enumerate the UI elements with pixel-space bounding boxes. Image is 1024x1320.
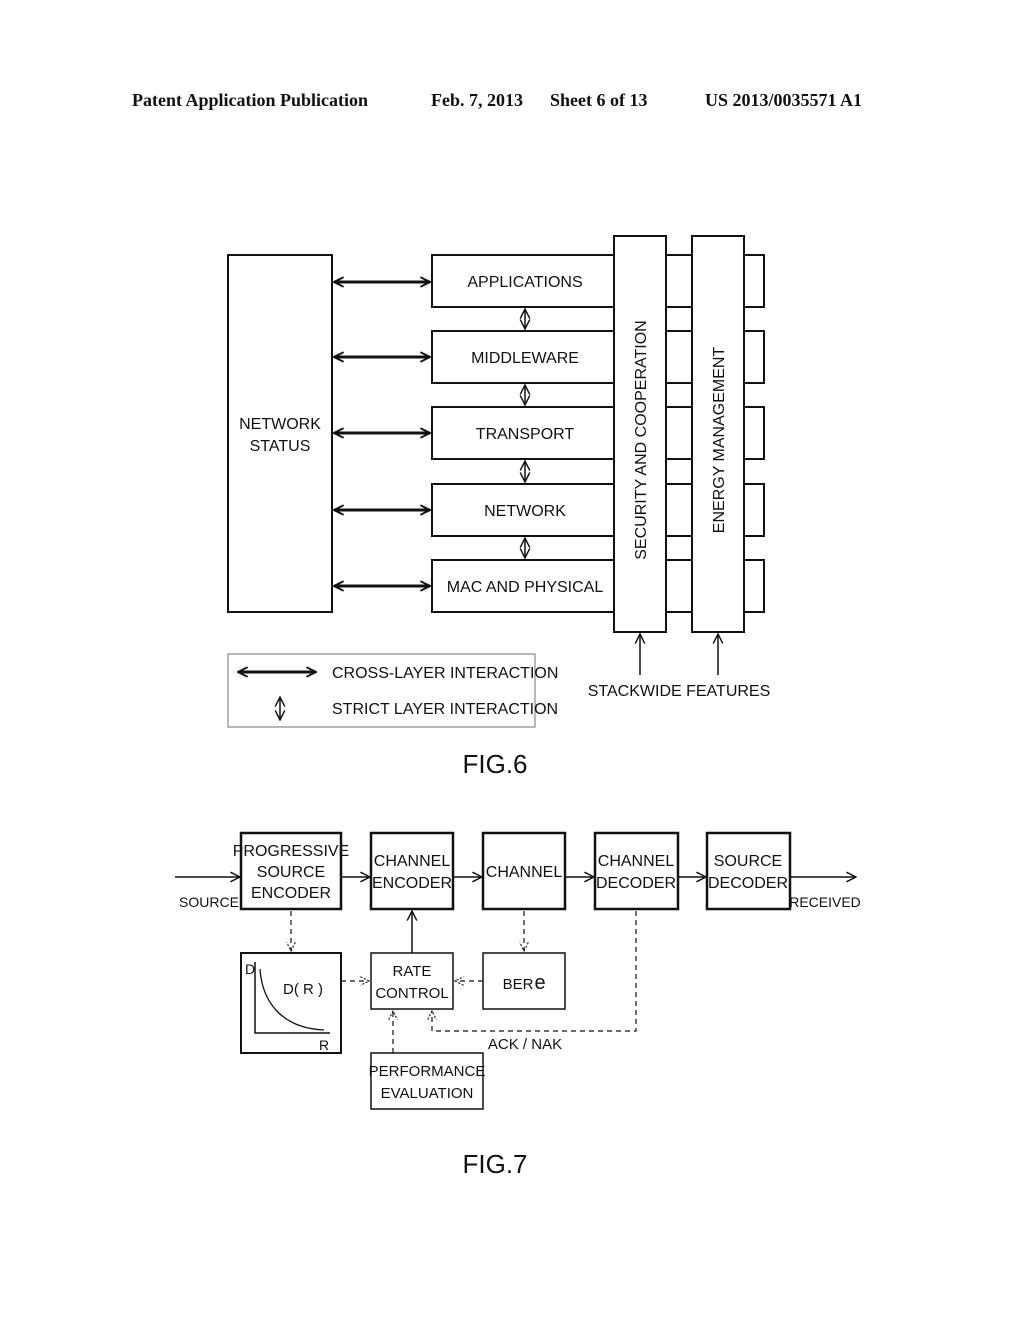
feedback-dashed-arrows: [291, 911, 637, 1053]
layer-label: MIDDLEWARE: [471, 350, 579, 367]
rate-control-block: RATE CONTROL: [370, 952, 454, 1010]
ack-nak-feedback-arrow: [432, 911, 637, 1032]
energy-management-column: ENERGY MANAGEMENT: [691, 235, 745, 633]
layer-label: MAC AND PHYSICAL: [447, 579, 604, 596]
block-label: PERFORMANCE: [369, 1063, 486, 1080]
source-label: SOURCE: [179, 894, 239, 910]
dr-y-axis-label: D: [245, 961, 255, 977]
security-cooperation-column: SECURITY AND COOPERATION: [613, 235, 667, 633]
fig6-diagram: NETWORK STATUS APPLICATIONS MIDDLEWARE T…: [227, 235, 771, 779]
stackwide-arrows: [640, 634, 718, 675]
block-label: EVALUATION: [381, 1085, 474, 1102]
layer-label: NETWORK: [484, 503, 566, 520]
ber-block: BER e: [482, 952, 566, 1010]
block-label: ENCODER: [372, 875, 452, 892]
layer-transport: TRANSPORT: [431, 406, 615, 460]
source-decoder-block: SOURCE DECODER: [705, 831, 792, 911]
block-label: DECODER: [596, 875, 676, 892]
block-label: RATE: [393, 963, 432, 980]
security-cooperation-label: SECURITY AND COOPERATION: [633, 320, 650, 559]
ber-symbol: e: [534, 972, 545, 994]
patent-drawing-sheet: NETWORK STATUS APPLICATIONS MIDDLEWARE T…: [175, 235, 861, 1179]
layer-middleware: MIDDLEWARE: [431, 330, 615, 384]
dr-plot-block: D R D( R ): [240, 952, 342, 1054]
block-label: PROGRESSIVE: [233, 843, 349, 860]
dr-curve-label: D( R ): [283, 981, 323, 998]
channel-block: CHANNEL: [481, 831, 567, 911]
block-label: ENCODER: [251, 885, 331, 902]
fig6-caption: FIG.6: [462, 749, 527, 779]
performance-evaluation-block: PERFORMANCE EVALUATION: [369, 1052, 486, 1110]
block-label: DECODER: [708, 875, 788, 892]
fig6-legend: CROSS-LAYER INTERACTION STRICT LAYER INT…: [227, 653, 558, 728]
stackwide-features-label: STACKWIDE FEATURES: [588, 683, 771, 700]
block-label: CHANNEL: [598, 853, 675, 870]
layer-label: TRANSPORT: [476, 426, 575, 443]
cross-layer-arrows: [334, 282, 430, 586]
legend-strict-layer-label: STRICT LAYER INTERACTION: [332, 701, 558, 718]
block-label: SOURCE: [714, 853, 782, 870]
layer-label: APPLICATIONS: [467, 274, 582, 291]
layer-mac-and-physical: MAC AND PHYSICAL: [431, 559, 615, 613]
fig7-diagram: PROGRESSIVE SOURCE ENCODER CHANNEL ENCOD…: [175, 831, 861, 1179]
column-connectors: [666, 254, 692, 613]
block-label: CONTROL: [375, 985, 448, 1002]
ber-label: BER: [503, 976, 534, 993]
layer-applications: APPLICATIONS: [431, 254, 615, 308]
network-status-line1: NETWORK: [239, 416, 321, 433]
channel-decoder-block: CHANNEL DECODER: [593, 831, 680, 911]
legend-cross-layer-label: CROSS-LAYER INTERACTION: [332, 665, 558, 682]
block-label: CHANNEL: [486, 864, 563, 881]
block-label: SOURCE: [257, 864, 325, 881]
block-label: CHANNEL: [374, 853, 451, 870]
dr-x-axis-label: R: [319, 1037, 329, 1053]
layer-network: NETWORK: [431, 483, 615, 537]
progressive-source-encoder-block: PROGRESSIVE SOURCE ENCODER: [233, 831, 349, 911]
channel-encoder-block: CHANNEL ENCODER: [369, 831, 455, 911]
network-status-line2: STATUS: [250, 438, 311, 455]
energy-management-label: ENERGY MANAGEMENT: [711, 347, 728, 534]
network-status-block: NETWORK STATUS: [227, 254, 333, 613]
ack-nak-label: ACK / NAK: [488, 1036, 562, 1053]
received-label: RECEIVED: [789, 894, 861, 910]
dr-curve: [259, 968, 325, 1031]
fig7-caption: FIG.7: [462, 1149, 527, 1179]
